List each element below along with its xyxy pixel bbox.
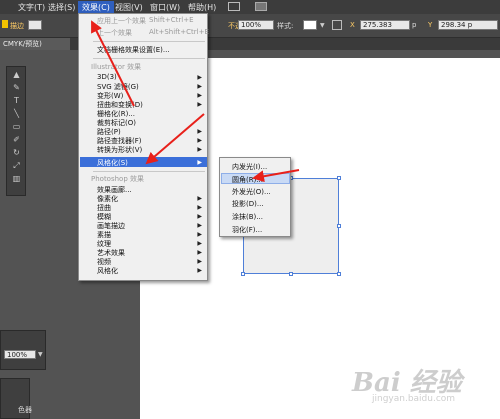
y-position-field[interactable]: 298.34 p bbox=[438, 20, 498, 30]
menu-divider bbox=[93, 171, 205, 172]
pen-tool-icon[interactable]: ✎ bbox=[10, 83, 23, 92]
x-label: X bbox=[350, 21, 355, 29]
photoshop-effects-header: Photoshop 效果 bbox=[91, 175, 145, 183]
stylize-submenu: 内发光(I)... 圆角(R)... 外发光(O)... 投影(D)... 涂抹… bbox=[219, 157, 291, 237]
submenu-item-inner-glow[interactable]: 内发光(I)... bbox=[232, 162, 267, 172]
submenu-arrow-icon: ▶ bbox=[197, 240, 202, 247]
control-bar: 描边 不透明度 100% 样式: ▼ X 275.383 p Y 298.34 … bbox=[0, 14, 500, 38]
submenu-arrow-icon: ▶ bbox=[197, 146, 202, 153]
document-raster-settings-item[interactable]: 文档栅格效果设置(E)... bbox=[97, 45, 170, 55]
apply-last-effect-item[interactable]: 应用上一个效果 bbox=[97, 16, 146, 26]
submenu-item-outer-glow[interactable]: 外发光(O)... bbox=[232, 187, 271, 197]
submenu-item-feather[interactable]: 羽化(F)... bbox=[232, 225, 262, 235]
menu-item-stylize[interactable]: 风格化(S) bbox=[97, 158, 128, 168]
y-label: Y bbox=[428, 21, 433, 29]
menu-text[interactable]: 文字(T) bbox=[18, 2, 45, 13]
document-setup-icon[interactable] bbox=[332, 20, 342, 30]
submenu-item-round-corners[interactable]: 圆角(R)... bbox=[232, 175, 263, 185]
document-tab-bar bbox=[0, 38, 500, 50]
submenu-arrow-icon: ▶ bbox=[197, 267, 202, 274]
submenu-arrow-icon: ▶ bbox=[197, 74, 202, 81]
scale-tool-icon[interactable]: ⤢ bbox=[10, 161, 23, 170]
panel-tab-label[interactable]: 色器 bbox=[18, 405, 32, 415]
submenu-arrow-icon: ▶ bbox=[197, 92, 202, 99]
effect-menu: 应用上一个效果 Shift+Ctrl+E 上一个效果 Alt+Shift+Ctr… bbox=[78, 13, 209, 281]
menu-help[interactable]: 帮助(H) bbox=[188, 2, 216, 13]
chevron-down-icon[interactable]: ▼ bbox=[320, 22, 325, 29]
document-tab[interactable]: CMYK/预览) bbox=[0, 38, 70, 50]
submenu-arrow-icon: ▶ bbox=[197, 213, 202, 220]
watermark-url: jingyan.baidu.com bbox=[372, 394, 456, 404]
stroke-weight-stepper[interactable] bbox=[28, 20, 42, 30]
menu-item-3d[interactable]: 3D(3) bbox=[97, 73, 117, 81]
submenu-arrow-icon: ▶ bbox=[197, 159, 202, 166]
last-effect-shortcut: Alt+Shift+Ctrl+E bbox=[149, 28, 209, 36]
opacity-field[interactable]: 100% bbox=[238, 20, 274, 30]
apply-last-effect-shortcut: Shift+Ctrl+E bbox=[149, 16, 194, 24]
type-tool-icon[interactable]: T bbox=[10, 96, 23, 105]
selection-handle[interactable] bbox=[337, 272, 341, 276]
menu-view[interactable]: 视图(V) bbox=[115, 2, 143, 13]
menu-divider bbox=[93, 58, 205, 59]
selection-tool-icon[interactable]: ▲ bbox=[10, 70, 23, 79]
menu-item-convert-to-shape[interactable]: 转换为形状(V) bbox=[97, 145, 142, 155]
rectangle-tool-icon[interactable]: ▭ bbox=[10, 122, 23, 131]
selection-handle[interactable] bbox=[337, 176, 341, 180]
menu-effect[interactable]: 效果(C) bbox=[78, 1, 114, 13]
submenu-arrow-icon: ▶ bbox=[197, 249, 202, 256]
selection-handle[interactable] bbox=[337, 224, 341, 228]
brush-tool-icon[interactable]: ✐ bbox=[10, 135, 23, 144]
last-effect-item[interactable]: 上一个效果 bbox=[97, 28, 132, 38]
submenu-arrow-icon: ▶ bbox=[197, 204, 202, 211]
menu-select[interactable]: 选择(S) bbox=[48, 2, 75, 13]
menu-bar: 文字(T) 选择(S) 效果(C) 视图(V) 窗口(W) 帮助(H) bbox=[0, 0, 500, 14]
menu-item-stylize-photoshop[interactable]: 风格化 bbox=[97, 266, 118, 276]
style-label: 样式: bbox=[277, 22, 294, 30]
x-unit-label: p bbox=[412, 21, 417, 29]
zoom-field[interactable]: 100% bbox=[4, 350, 36, 359]
illustrator-effects-header: Illustrator 效果 bbox=[91, 63, 142, 71]
submenu-arrow-icon: ▶ bbox=[197, 222, 202, 229]
submenu-arrow-icon: ▶ bbox=[197, 195, 202, 202]
menu-divider bbox=[93, 41, 205, 42]
stroke-label[interactable]: 描边 bbox=[10, 21, 24, 31]
watermark: Bai 经验 jingyan.baidu.com bbox=[352, 362, 462, 404]
selection-handle[interactable] bbox=[241, 272, 245, 276]
x-position-field[interactable]: 275.383 bbox=[360, 20, 410, 30]
submenu-arrow-icon: ▶ bbox=[197, 258, 202, 265]
arrange-documents-icon[interactable] bbox=[255, 2, 267, 11]
submenu-arrow-icon: ▶ bbox=[197, 128, 202, 135]
submenu-arrow-icon: ▶ bbox=[197, 231, 202, 238]
workspace-icon[interactable] bbox=[228, 2, 240, 11]
fill-swatch-icon[interactable] bbox=[2, 20, 8, 28]
menu-window[interactable]: 窗口(W) bbox=[150, 2, 180, 13]
submenu-item-drop-shadow[interactable]: 投影(D)... bbox=[232, 199, 264, 209]
rotate-tool-icon[interactable]: ↻ bbox=[10, 148, 23, 157]
submenu-arrow-icon: ▶ bbox=[197, 83, 202, 90]
submenu-arrow-icon: ▶ bbox=[197, 137, 202, 144]
submenu-arrow-icon: ▶ bbox=[197, 101, 202, 108]
chevron-down-icon[interactable]: ▼ bbox=[38, 351, 43, 358]
tools-panel: ▲ ✎ T ╲ ▭ ✐ ↻ ⤢ ▥ bbox=[6, 66, 26, 196]
line-tool-icon[interactable]: ╲ bbox=[10, 109, 23, 118]
graphic-style-swatch[interactable] bbox=[303, 20, 317, 30]
selection-handle[interactable] bbox=[289, 272, 293, 276]
graph-tool-icon[interactable]: ▥ bbox=[10, 174, 23, 183]
submenu-item-scribble[interactable]: 涂抹(B)... bbox=[232, 212, 263, 222]
